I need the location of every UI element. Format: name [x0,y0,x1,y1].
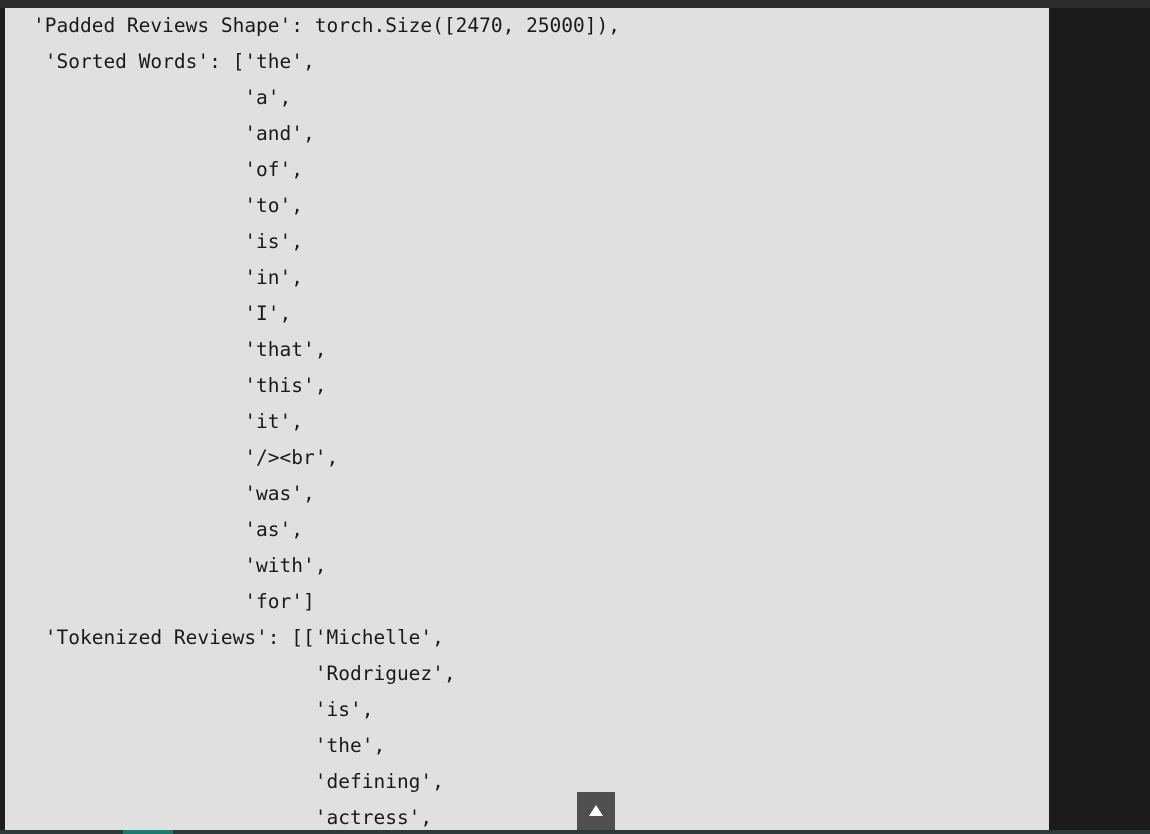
top-divider [0,0,1150,8]
output-line: 'this', [33,374,327,397]
output-line: 'defining', [33,770,444,793]
right-gutter [1049,8,1150,830]
notebook-viewport: 'Padded Reviews Shape': torch.Size([2470… [0,0,1150,834]
output-line: 'actress', [33,806,433,829]
output-line: 'that', [33,338,327,361]
output-text: 'Padded Reviews Shape': torch.Size([2470… [33,8,620,830]
output-line: 'as', [33,518,304,541]
output-line: 'Padded Reviews Shape': torch.Size([2470… [33,14,620,37]
output-line: 'of', [33,158,304,181]
output-line: 'in', [33,266,304,289]
output-line: 'a', [33,86,292,109]
output-line: 'the', [33,734,386,757]
arrow-up-icon [589,805,603,816]
output-line: 'to', [33,194,304,217]
output-line: 'is', [33,698,374,721]
output-line: 'with', [33,554,327,577]
output-line: 'and', [33,122,315,145]
output-line: 'Sorted Words': ['the', [33,50,315,73]
cell-output-area: 'Padded Reviews Shape': torch.Size([2470… [5,8,1049,830]
output-line: 'Tokenized Reviews': [['Michelle', [33,626,444,649]
output-line: 'is', [33,230,304,253]
output-line: 'it', [33,410,304,433]
output-line: 'for'] [33,590,315,613]
output-line: 'Rodriguez', [33,662,456,685]
output-line: '/><br', [33,446,339,469]
scroll-to-top-button[interactable] [577,792,615,830]
output-line: 'was', [33,482,315,505]
output-line: 'I', [33,302,292,325]
bottom-status-accent [123,830,173,834]
